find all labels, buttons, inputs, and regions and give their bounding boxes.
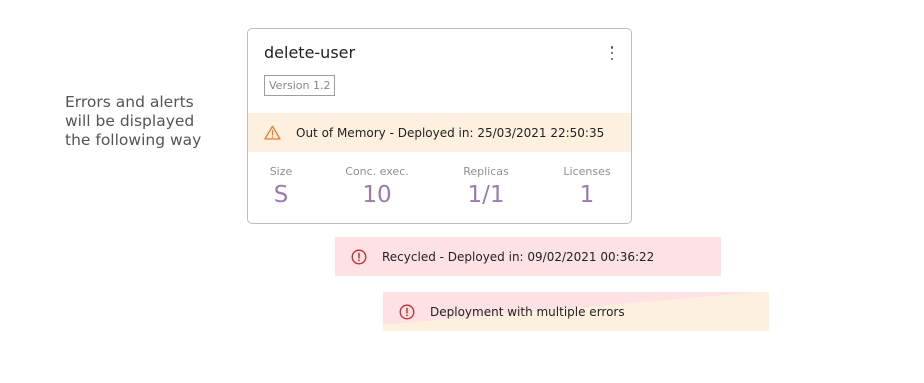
stat-value: 10	[362, 182, 392, 208]
version-tag: Version 1.2	[264, 75, 336, 96]
canvas: Errors and alerts will be displayed the …	[0, 0, 924, 383]
stat-value: 1/1	[467, 182, 505, 208]
kebab-menu-icon[interactable]	[607, 46, 617, 60]
stat-label: Replicas	[463, 165, 509, 178]
stat-replicas: Replicas 1/1	[463, 165, 509, 209]
recycled-alert: Recycled - Deployed in: 09/02/2021 00:36…	[335, 237, 721, 276]
alert-message: Out of Memory - Deployed in: 25/03/2021 …	[296, 125, 605, 140]
side-note: Errors and alerts will be displayed the …	[65, 93, 245, 150]
stat-label: Size	[269, 165, 293, 178]
stat-label: Conc. exec.	[345, 165, 409, 178]
alert-message: Deployment with multiple errors	[430, 304, 625, 319]
stat-value: S	[273, 182, 289, 208]
error-circle-icon	[351, 249, 367, 264]
multiple-errors-alert: Deployment with multiple errors	[383, 292, 769, 331]
stat-value: 1	[579, 182, 595, 208]
error-circle-icon	[399, 304, 415, 319]
side-note-line: Errors and alerts	[65, 93, 194, 111]
alert-message: Recycled - Deployed in: 09/02/2021 00:36…	[382, 249, 655, 264]
stat-size: Size S	[270, 165, 293, 209]
stat-concurrent-executions: Conc. exec. 10	[345, 165, 408, 209]
stat-label: Licenses	[563, 165, 611, 178]
warning-triangle-icon	[264, 125, 281, 140]
warning-alert: Out of Memory - Deployed in: 25/03/2021 …	[248, 113, 631, 152]
stat-licenses: Licenses 1	[563, 165, 610, 209]
stats-row: Size S Conc. exec. 10 Replicas 1/1 Licen…	[248, 165, 631, 215]
side-note-line: the following way	[65, 131, 202, 149]
deployment-card[interactable]: delete-user Version 1.2 Out of Memory - …	[247, 28, 632, 224]
side-note-line: will be displayed	[65, 112, 195, 130]
card-title: delete-user	[264, 43, 356, 62]
